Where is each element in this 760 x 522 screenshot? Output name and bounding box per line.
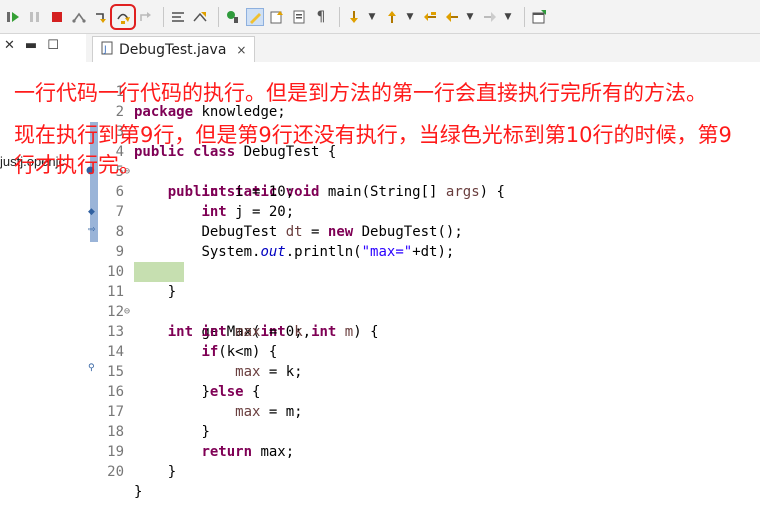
code-line: 13 if(k<m) { bbox=[86, 302, 760, 360]
back-dropdown-icon[interactable]: ▼ bbox=[465, 8, 475, 26]
editor-tab-bar: J DebugTest.java × bbox=[86, 34, 760, 63]
previous-annotation-icon[interactable] bbox=[383, 8, 401, 26]
last-edit-location-icon[interactable] bbox=[421, 8, 439, 26]
close-tab-icon[interactable]: × bbox=[236, 43, 246, 57]
code-line: 17 } bbox=[86, 382, 760, 440]
debug-toolbar: ¶ ▼ ▼ ▼ ▼ bbox=[0, 0, 760, 34]
toolbar-separator bbox=[339, 6, 340, 27]
code-text: } bbox=[134, 484, 143, 500]
disconnect-icon[interactable] bbox=[70, 8, 88, 26]
new-window-icon[interactable] bbox=[530, 8, 548, 26]
show-whitespace-icon[interactable]: ¶ bbox=[312, 8, 330, 26]
step-return-icon[interactable] bbox=[136, 8, 154, 26]
minimize-icon[interactable]: ▬ bbox=[25, 38, 37, 53]
step-over-icon[interactable] bbox=[110, 3, 136, 30]
code-line: 7 DebugTest dt = new DebugTest(); bbox=[86, 182, 760, 240]
line-number: 20 bbox=[107, 464, 124, 480]
code-line-current: 9 } bbox=[86, 222, 760, 300]
code-text: } bbox=[167, 464, 177, 480]
skip-breakpoints-icon[interactable] bbox=[4, 8, 22, 26]
svg-text:J: J bbox=[103, 45, 107, 55]
drop-to-frame-icon[interactable] bbox=[169, 8, 187, 26]
highlighter-icon[interactable] bbox=[246, 7, 264, 26]
code-line: 16 max = m; bbox=[86, 362, 760, 420]
use-step-filters-icon[interactable] bbox=[191, 8, 209, 26]
code-line: 8 System.out.println("max="+dt); bbox=[86, 202, 760, 260]
open-type-icon[interactable] bbox=[268, 8, 286, 26]
left-panel-header: ✕ ▬ ☐ bbox=[0, 34, 86, 56]
step-into-icon[interactable] bbox=[92, 8, 110, 26]
toolbar-separator bbox=[218, 6, 219, 27]
code-text: } bbox=[167, 284, 177, 300]
code-line: 19 } bbox=[86, 422, 760, 480]
annotation-text-2: 现在执行到第9行，但是第9行还没有执行，当绿色光标到第10行的时候，第9行才执行… bbox=[14, 123, 732, 177]
toolbar-separator bbox=[524, 6, 525, 27]
code-line: 14 max = k; bbox=[86, 322, 760, 380]
java-file-icon: J bbox=[101, 41, 113, 58]
tab-label: DebugTest.java bbox=[119, 41, 227, 58]
toolbar-separator bbox=[163, 6, 164, 27]
annotation-overlay: 一行代码一行代码的执行。但是到方法的第一行会直接执行完所有的方法。 现在执行到第… bbox=[14, 78, 750, 180]
resume-icon[interactable] bbox=[26, 8, 44, 26]
code-line: 11 ⊖ int getMax(int k,int m) { bbox=[86, 262, 760, 340]
code-line: 12 int max = 0; bbox=[86, 282, 760, 340]
next-annotation-icon[interactable] bbox=[345, 8, 363, 26]
code-line: 10 bbox=[86, 242, 760, 280]
forward-dropdown-icon[interactable]: ▼ bbox=[503, 8, 513, 26]
debug-pin-icon[interactable] bbox=[224, 8, 242, 26]
previous-annotation-dropdown-icon[interactable]: ▼ bbox=[405, 8, 415, 26]
forward-icon[interactable] bbox=[481, 8, 499, 26]
annotation-text-1: 一行代码一行代码的执行。但是到方法的第一行会直接执行完所有的方法。 bbox=[14, 81, 707, 105]
next-annotation-dropdown-icon[interactable]: ▼ bbox=[367, 8, 377, 26]
outline-icon[interactable] bbox=[290, 8, 308, 26]
code-line: 18 return max; bbox=[86, 402, 760, 460]
code-line: 15 }else { bbox=[86, 342, 760, 400]
maximize-icon[interactable]: ☐ bbox=[47, 38, 59, 53]
tab-debugtest-java[interactable]: J DebugTest.java × bbox=[92, 36, 256, 62]
back-icon[interactable] bbox=[443, 8, 461, 26]
code-line: 20 } bbox=[86, 442, 760, 500]
terminate-icon[interactable] bbox=[48, 8, 66, 26]
close-view-icon[interactable]: ✕ bbox=[4, 38, 15, 53]
